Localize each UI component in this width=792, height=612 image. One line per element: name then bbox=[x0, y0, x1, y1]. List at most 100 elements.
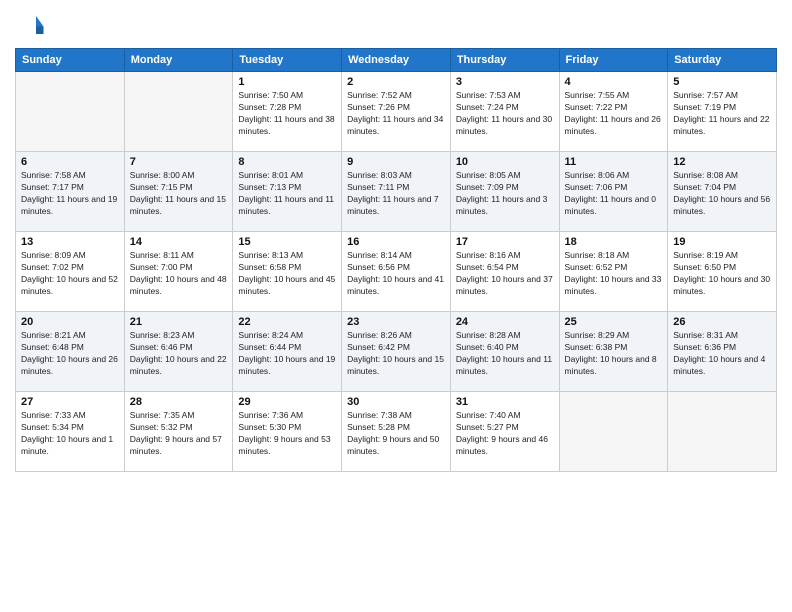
day-info: Sunrise: 7:58 AM Sunset: 7:17 PM Dayligh… bbox=[21, 170, 119, 218]
header bbox=[15, 10, 777, 40]
calendar-cell: 25 Sunrise: 8:29 AM Sunset: 6:38 PM Dayli… bbox=[559, 312, 668, 392]
calendar-header-monday: Monday bbox=[124, 49, 233, 72]
day-info: Sunrise: 8:06 AM Sunset: 7:06 PM Dayligh… bbox=[565, 170, 663, 218]
day-info: Sunrise: 8:01 AM Sunset: 7:13 PM Dayligh… bbox=[238, 170, 336, 218]
day-info: Sunrise: 7:33 AM Sunset: 5:34 PM Dayligh… bbox=[21, 410, 119, 458]
calendar-cell: 22 Sunrise: 8:24 AM Sunset: 6:44 PM Dayli… bbox=[233, 312, 342, 392]
calendar-cell: 16 Sunrise: 8:14 AM Sunset: 6:56 PM Dayli… bbox=[342, 232, 451, 312]
day-number: 26 bbox=[673, 316, 771, 328]
day-number: 9 bbox=[347, 156, 445, 168]
day-number: 23 bbox=[347, 316, 445, 328]
calendar-cell: 9 Sunrise: 8:03 AM Sunset: 7:11 PM Daylig… bbox=[342, 152, 451, 232]
day-number: 5 bbox=[673, 76, 771, 88]
day-info: Sunrise: 7:52 AM Sunset: 7:26 PM Dayligh… bbox=[347, 90, 445, 138]
day-number: 27 bbox=[21, 396, 119, 408]
calendar-week-row: 27 Sunrise: 7:33 AM Sunset: 5:34 PM Dayli… bbox=[16, 392, 777, 472]
day-info: Sunrise: 8:14 AM Sunset: 6:56 PM Dayligh… bbox=[347, 250, 445, 298]
day-number: 10 bbox=[456, 156, 554, 168]
day-info: Sunrise: 7:50 AM Sunset: 7:28 PM Dayligh… bbox=[238, 90, 336, 138]
calendar-cell: 23 Sunrise: 8:26 AM Sunset: 6:42 PM Dayli… bbox=[342, 312, 451, 392]
calendar-cell: 11 Sunrise: 8:06 AM Sunset: 7:06 PM Dayli… bbox=[559, 152, 668, 232]
day-number: 17 bbox=[456, 236, 554, 248]
day-number: 6 bbox=[21, 156, 119, 168]
day-info: Sunrise: 8:29 AM Sunset: 6:38 PM Dayligh… bbox=[565, 330, 663, 378]
calendar-header-row: SundayMondayTuesdayWednesdayThursdayFrid… bbox=[16, 49, 777, 72]
calendar-cell: 3 Sunrise: 7:53 AM Sunset: 7:24 PM Daylig… bbox=[450, 72, 559, 152]
calendar-cell: 5Sunrise: 7:57 AM Sunset: 7:19 PM Daylig… bbox=[668, 72, 777, 152]
day-info: Sunrise: 8:24 AM Sunset: 6:44 PM Dayligh… bbox=[238, 330, 336, 378]
day-info: Sunrise: 8:09 AM Sunset: 7:02 PM Dayligh… bbox=[21, 250, 119, 298]
day-info: Sunrise: 8:16 AM Sunset: 6:54 PM Dayligh… bbox=[456, 250, 554, 298]
day-number: 3 bbox=[456, 76, 554, 88]
calendar-week-row: 20Sunrise: 8:21 AM Sunset: 6:48 PM Dayli… bbox=[16, 312, 777, 392]
day-info: Sunrise: 8:03 AM Sunset: 7:11 PM Dayligh… bbox=[347, 170, 445, 218]
calendar-cell: 18 Sunrise: 8:18 AM Sunset: 6:52 PM Dayli… bbox=[559, 232, 668, 312]
logo bbox=[15, 10, 49, 40]
day-number: 2 bbox=[347, 76, 445, 88]
calendar-header-tuesday: Tuesday bbox=[233, 49, 342, 72]
day-number: 25 bbox=[565, 316, 663, 328]
day-number: 21 bbox=[130, 316, 228, 328]
calendar-cell: 7Sunrise: 8:00 AM Sunset: 7:15 PM Daylig… bbox=[124, 152, 233, 232]
calendar-cell: 2 Sunrise: 7:52 AM Sunset: 7:26 PM Daylig… bbox=[342, 72, 451, 152]
day-info: Sunrise: 7:53 AM Sunset: 7:24 PM Dayligh… bbox=[456, 90, 554, 138]
day-info: Sunrise: 8:18 AM Sunset: 6:52 PM Dayligh… bbox=[565, 250, 663, 298]
calendar-cell: 29 Sunrise: 7:36 AM Sunset: 5:30 PM Dayli… bbox=[233, 392, 342, 472]
calendar-cell: 4 Sunrise: 7:55 AM Sunset: 7:22 PM Daylig… bbox=[559, 72, 668, 152]
calendar-cell: 10 Sunrise: 8:05 AM Sunset: 7:09 PM Dayli… bbox=[450, 152, 559, 232]
day-number: 14 bbox=[130, 236, 228, 248]
calendar-week-row: 13Sunrise: 8:09 AM Sunset: 7:02 PM Dayli… bbox=[16, 232, 777, 312]
calendar-cell bbox=[668, 392, 777, 472]
logo-icon bbox=[15, 10, 45, 40]
calendar-header-saturday: Saturday bbox=[668, 49, 777, 72]
day-number: 28 bbox=[130, 396, 228, 408]
calendar-cell: 27 Sunrise: 7:33 AM Sunset: 5:34 PM Dayli… bbox=[16, 392, 125, 472]
day-info: Sunrise: 8:28 AM Sunset: 6:40 PM Dayligh… bbox=[456, 330, 554, 378]
calendar-cell bbox=[559, 392, 668, 472]
calendar-cell: 21 Sunrise: 8:23 AM Sunset: 6:46 PM Dayli… bbox=[124, 312, 233, 392]
calendar-cell: 1 Sunrise: 7:50 AM Sunset: 7:28 PM Daylig… bbox=[233, 72, 342, 152]
day-number: 11 bbox=[565, 156, 663, 168]
day-number: 19 bbox=[673, 236, 771, 248]
day-info: Sunrise: 7:35 AM Sunset: 5:32 PM Dayligh… bbox=[130, 410, 228, 458]
calendar-cell: 8Sunrise: 8:01 AM Sunset: 7:13 PM Daylig… bbox=[233, 152, 342, 232]
day-number: 22 bbox=[238, 316, 336, 328]
calendar-header-thursday: Thursday bbox=[450, 49, 559, 72]
day-number: 15 bbox=[238, 236, 336, 248]
day-info: Sunrise: 7:40 AM Sunset: 5:27 PM Dayligh… bbox=[456, 410, 554, 458]
day-info: Sunrise: 8:11 AM Sunset: 7:00 PM Dayligh… bbox=[130, 250, 228, 298]
day-number: 29 bbox=[238, 396, 336, 408]
page-container: SundayMondayTuesdayWednesdayThursdayFrid… bbox=[0, 0, 792, 477]
calendar-cell: 20Sunrise: 8:21 AM Sunset: 6:48 PM Dayli… bbox=[16, 312, 125, 392]
calendar-table: SundayMondayTuesdayWednesdayThursdayFrid… bbox=[15, 48, 777, 472]
day-number: 30 bbox=[347, 396, 445, 408]
calendar-cell: 31 Sunrise: 7:40 AM Sunset: 5:27 PM Dayli… bbox=[450, 392, 559, 472]
day-info: Sunrise: 8:26 AM Sunset: 6:42 PM Dayligh… bbox=[347, 330, 445, 378]
calendar-cell: 24 Sunrise: 8:28 AM Sunset: 6:40 PM Dayli… bbox=[450, 312, 559, 392]
day-info: Sunrise: 8:21 AM Sunset: 6:48 PM Dayligh… bbox=[21, 330, 119, 378]
calendar-week-row: 1 Sunrise: 7:50 AM Sunset: 7:28 PM Daylig… bbox=[16, 72, 777, 152]
day-info: Sunrise: 8:23 AM Sunset: 6:46 PM Dayligh… bbox=[130, 330, 228, 378]
day-info: Sunrise: 8:31 AM Sunset: 6:36 PM Dayligh… bbox=[673, 330, 771, 378]
day-info: Sunrise: 8:19 AM Sunset: 6:50 PM Dayligh… bbox=[673, 250, 771, 298]
calendar-cell: 28 Sunrise: 7:35 AM Sunset: 5:32 PM Dayli… bbox=[124, 392, 233, 472]
calendar-cell: 19 Sunrise: 8:19 AM Sunset: 6:50 PM Dayli… bbox=[668, 232, 777, 312]
calendar-week-row: 6 Sunrise: 7:58 AM Sunset: 7:17 PM Daylig… bbox=[16, 152, 777, 232]
day-number: 4 bbox=[565, 76, 663, 88]
day-number: 1 bbox=[238, 76, 336, 88]
day-info: Sunrise: 8:08 AM Sunset: 7:04 PM Dayligh… bbox=[673, 170, 771, 218]
calendar-cell: 26 Sunrise: 8:31 AM Sunset: 6:36 PM Dayli… bbox=[668, 312, 777, 392]
calendar-cell: 13Sunrise: 8:09 AM Sunset: 7:02 PM Dayli… bbox=[16, 232, 125, 312]
day-info: Sunrise: 8:00 AM Sunset: 7:15 PM Dayligh… bbox=[130, 170, 228, 218]
calendar-cell: 15Sunrise: 8:13 AM Sunset: 6:58 PM Dayli… bbox=[233, 232, 342, 312]
calendar-cell: 6 Sunrise: 7:58 AM Sunset: 7:17 PM Daylig… bbox=[16, 152, 125, 232]
day-info: Sunrise: 8:05 AM Sunset: 7:09 PM Dayligh… bbox=[456, 170, 554, 218]
day-number: 18 bbox=[565, 236, 663, 248]
day-info: Sunrise: 7:36 AM Sunset: 5:30 PM Dayligh… bbox=[238, 410, 336, 458]
calendar-cell: 30Sunrise: 7:38 AM Sunset: 5:28 PM Dayli… bbox=[342, 392, 451, 472]
calendar-cell: 14 Sunrise: 8:11 AM Sunset: 7:00 PM Dayli… bbox=[124, 232, 233, 312]
day-number: 16 bbox=[347, 236, 445, 248]
day-number: 24 bbox=[456, 316, 554, 328]
day-number: 31 bbox=[456, 396, 554, 408]
day-info: Sunrise: 7:55 AM Sunset: 7:22 PM Dayligh… bbox=[565, 90, 663, 138]
